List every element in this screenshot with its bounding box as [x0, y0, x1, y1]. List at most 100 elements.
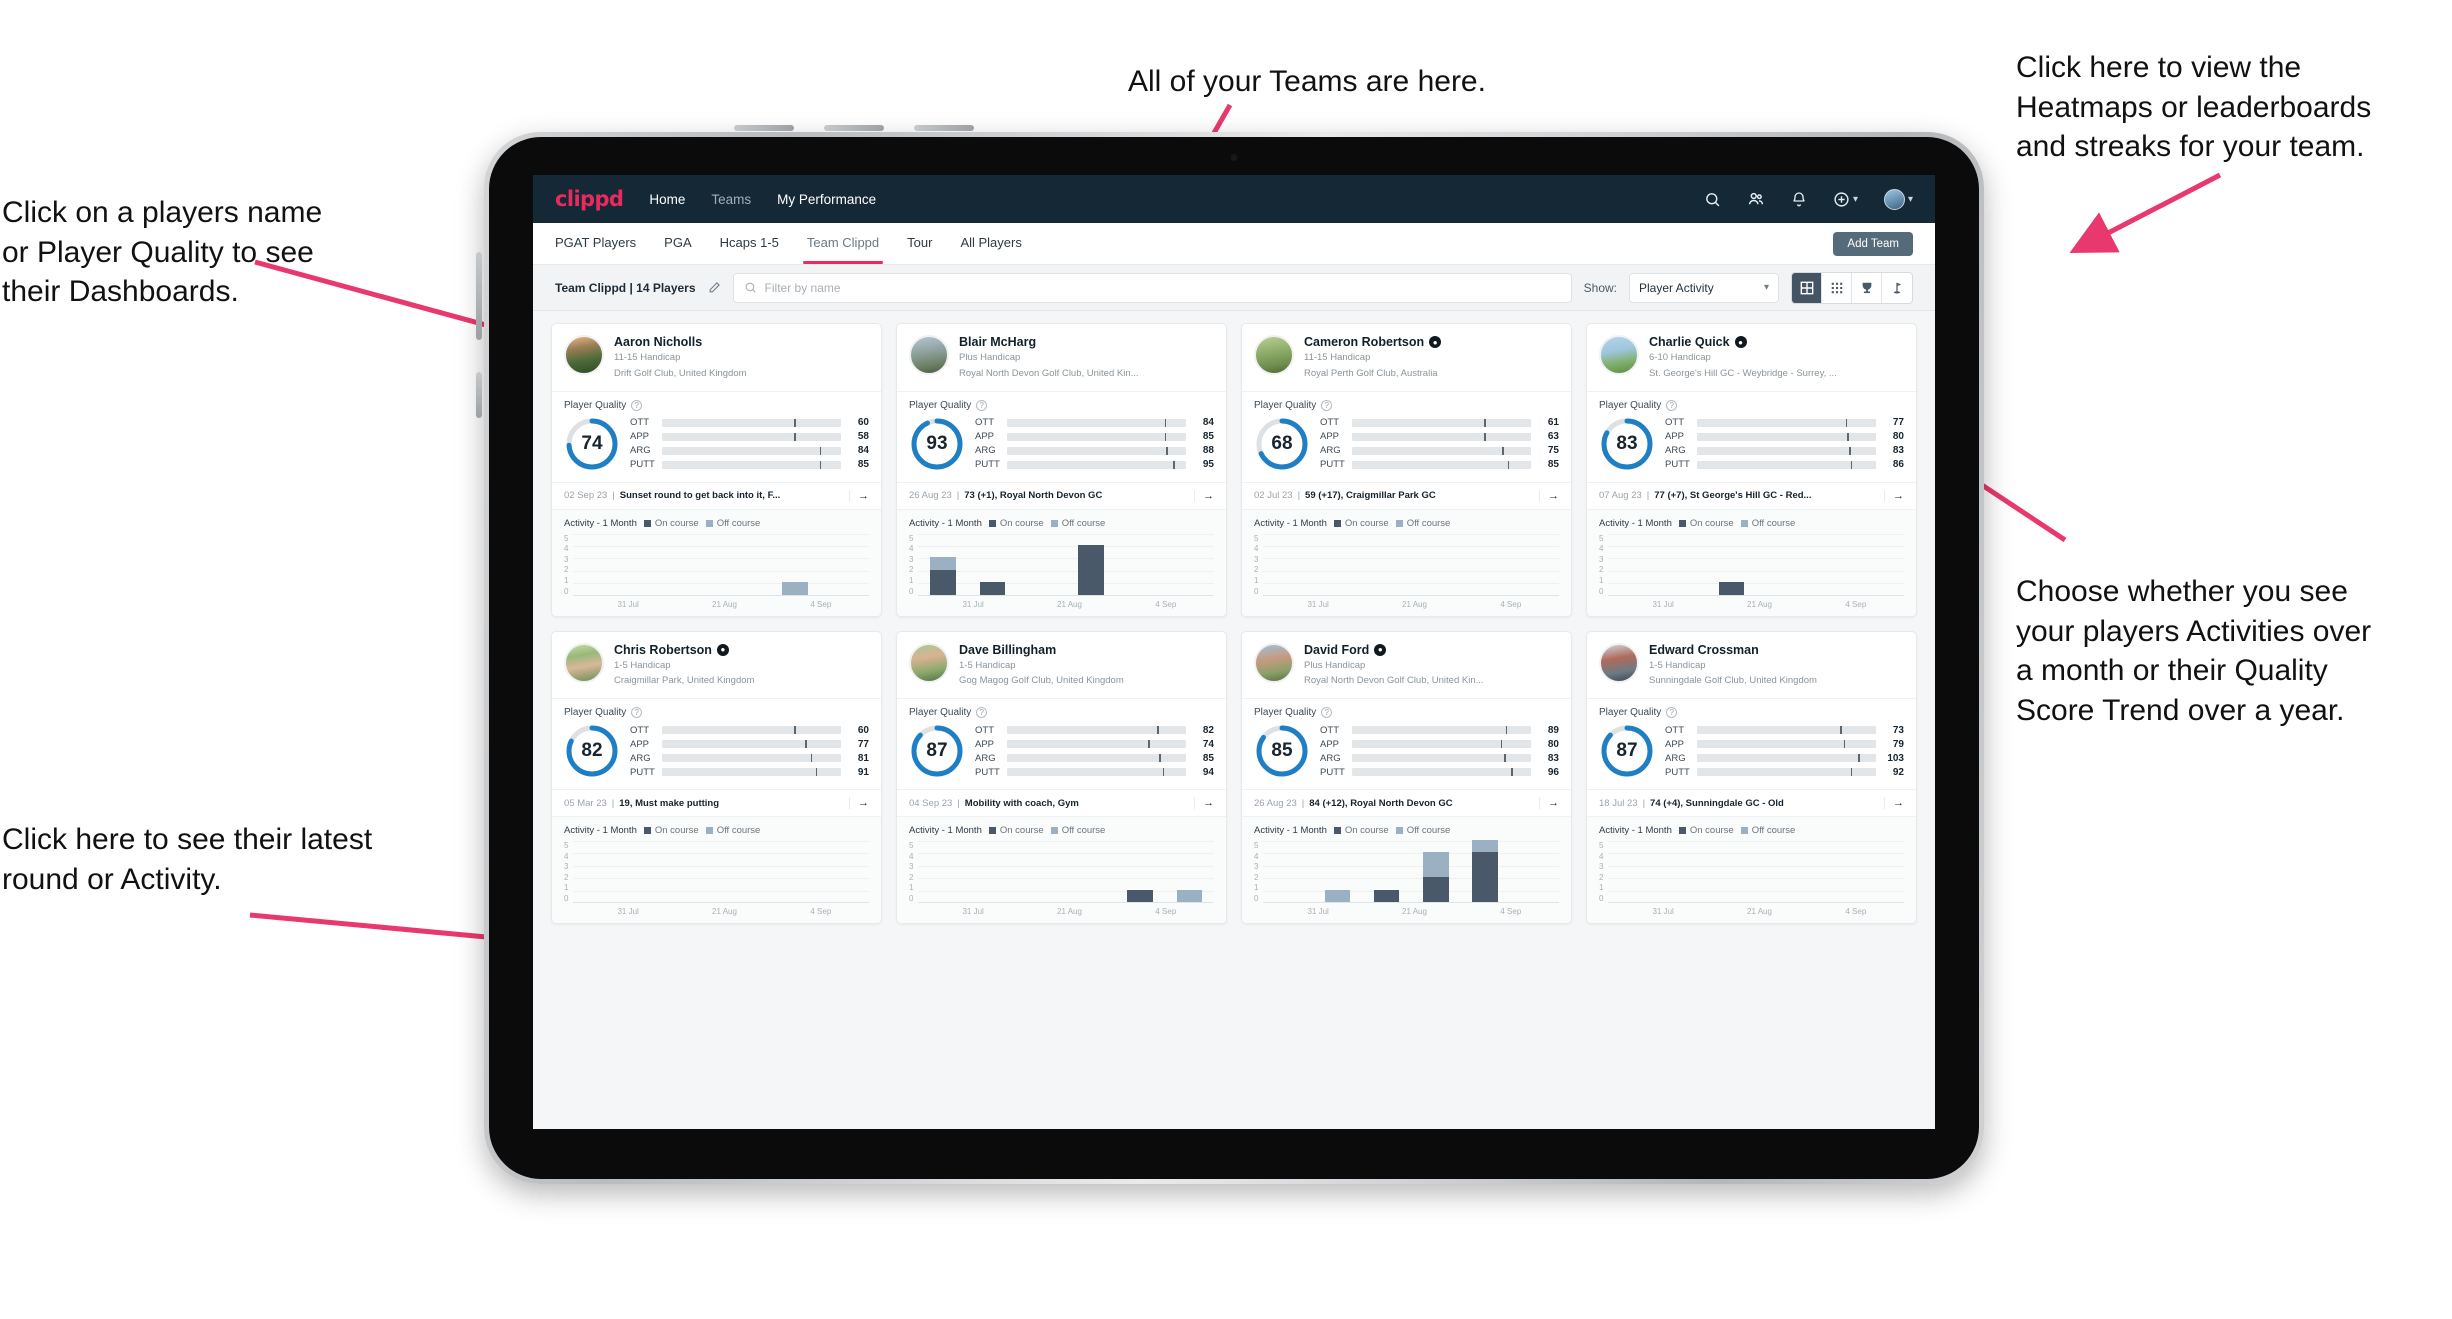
arrow-right-icon[interactable]: → [1194, 489, 1214, 502]
player-name[interactable]: Edward Crossman [1649, 643, 1904, 657]
player-card-header[interactable]: Blair McHarg Plus Handicap Royal North Dev… [897, 324, 1226, 391]
player-name[interactable]: Charlie Quick ● [1649, 335, 1904, 349]
arrow-right-icon[interactable]: → [1194, 797, 1214, 810]
plus-circle-icon[interactable]: ▾ [1833, 191, 1858, 208]
tab-pgat-players[interactable]: PGAT Players [555, 223, 636, 264]
arrow-right-icon[interactable]: → [849, 797, 869, 810]
player-card[interactable]: Chris Robertson ● 1-5 Handicap Craigmillar … [551, 630, 882, 925]
tab-pga[interactable]: PGA [664, 223, 691, 264]
tab-list: PGAT Players PGA Hcaps 1-5 Team Clippd T… [555, 223, 1022, 264]
question-icon[interactable]: ? [1321, 399, 1333, 411]
player-name[interactable]: Cameron Robertson ● [1304, 335, 1559, 349]
grid-view-icon[interactable] [1792, 272, 1822, 303]
player-quality-section[interactable]: Player Quality? 85 OTT 89 APP 80 ARG 83 PUTT 96 [1242, 698, 1571, 789]
player-name[interactable]: Blair McHarg [959, 335, 1214, 349]
add-team-button[interactable]: Add Team [1833, 231, 1913, 256]
activity-bar-slot [1608, 534, 1657, 595]
player-card-header[interactable]: Dave Billingham 1-5 Handicap Gog Magog Gol… [897, 632, 1226, 699]
latest-round-row[interactable]: 02 Jul 23 | 59 (+17), Craigmillar Park GC → [1242, 481, 1571, 509]
player-card[interactable]: Aaron Nicholls 11-15 Handicap Drift Golf C… [551, 323, 882, 617]
question-icon[interactable]: ? [1666, 707, 1678, 719]
flag-icon[interactable] [1882, 273, 1912, 303]
player-quality-section[interactable]: Player Quality? 74 OTT 60 APP 58 ARG 84 PUTT 85 [552, 390, 881, 482]
player-quality-section[interactable]: Player Quality? 68 OTT 61 APP 63 ARG 75 PUTT 85 [1242, 390, 1571, 482]
tablet-device: clippd Home Teams My Performance ▾ ▾ PGA… [476, 125, 1984, 1184]
question-icon[interactable]: ? [976, 707, 988, 719]
question-icon[interactable]: ? [631, 707, 643, 719]
player-name[interactable]: Dave Billingham [959, 643, 1214, 657]
question-icon[interactable]: ? [1321, 707, 1333, 719]
player-card-header[interactable]: Charlie Quick ● 6-10 Handicap St. George's … [1587, 324, 1916, 391]
tablet-power-button[interactable] [476, 372, 482, 418]
quality-bar-label: PUTT [1320, 459, 1345, 471]
tablet-top-button-2[interactable] [824, 125, 884, 131]
tab-all-players[interactable]: All Players [960, 223, 1021, 264]
quality-bar-row: APP 80 [1665, 431, 1904, 442]
player-quality-section[interactable]: Player Quality? 93 OTT 84 APP 85 ARG 88 PUTT 95 [897, 390, 1226, 482]
player-card[interactable]: Edward Crossman 1-5 Handicap Sunningdale G… [1586, 630, 1917, 925]
people-icon[interactable] [1747, 190, 1765, 208]
tablet-volume-button[interactable] [476, 252, 482, 340]
player-card-header[interactable]: Aaron Nicholls 11-15 Handicap Drift Golf C… [552, 324, 881, 391]
player-name[interactable]: David Ford ● [1304, 643, 1559, 657]
show-select[interactable]: Player Activity ▾ [1629, 272, 1779, 303]
player-card-header[interactable]: David Ford ● Plus Handicap Royal North Devo… [1242, 632, 1571, 699]
tab-team-clippd[interactable]: Team Clippd [802, 223, 884, 264]
tablet-top-button-1[interactable] [734, 125, 794, 131]
nav-link-home[interactable]: Home [649, 192, 685, 207]
latest-round-row[interactable]: 07 Aug 23 | 77 (+7), St George's Hill GC -… [1587, 481, 1916, 509]
bell-icon[interactable] [1791, 191, 1807, 207]
question-icon[interactable]: ? [1666, 399, 1678, 411]
player-card[interactable]: Dave Billingham 1-5 Handicap Gog Magog Gol… [896, 630, 1227, 925]
avatar[interactable]: ▾ [1883, 188, 1913, 210]
latest-round-row[interactable]: 05 Mar 23 | 19, Must make putting → [552, 789, 881, 816]
latest-round-row[interactable]: 18 Jul 23 | 74 (+4), Sunningdale GC - Old → [1587, 789, 1916, 816]
player-club: Drift Golf Club, United Kingdom [614, 367, 747, 379]
player-club: Sunningdale Golf Club, United Kingdom [1649, 675, 1817, 687]
player-card-header[interactable]: Chris Robertson ● 1-5 Handicap Craigmillar … [552, 632, 881, 699]
player-card[interactable]: Blair McHarg Plus Handicap Royal North Dev… [896, 323, 1227, 617]
latest-round-row[interactable]: 02 Sep 23 | Sunset round to get back into … [552, 481, 881, 509]
tablet-top-button-3[interactable] [914, 125, 974, 131]
quality-score-ring: 93 [909, 416, 965, 472]
player-quality-section[interactable]: Player Quality? 87 OTT 82 APP 74 ARG 85 PUTT 94 [897, 698, 1226, 789]
tablet-bezel: clippd Home Teams My Performance ▾ ▾ PGA… [489, 137, 1979, 1179]
latest-round-row[interactable]: 26 Aug 23 | 73 (+1), Royal North Devon GC → [897, 481, 1226, 509]
latest-round-row[interactable]: 26 Aug 23 | 84 (+12), Royal North Devon GC… [1242, 789, 1571, 816]
arrow-right-icon[interactable]: → [849, 489, 869, 502]
player-card-header[interactable]: Cameron Robertson ● 11-15 Handicap Royal Pe… [1242, 324, 1571, 391]
avatar [564, 335, 604, 375]
player-quality-section[interactable]: Player Quality? 82 OTT 60 APP 77 ARG 81 PUTT 91 [552, 698, 881, 789]
question-icon[interactable]: ? [631, 399, 643, 411]
player-name[interactable]: Aaron Nicholls [614, 335, 869, 349]
quality-bar-row: PUTT 94 [975, 767, 1214, 778]
quality-bar-value: 63 [1547, 431, 1559, 443]
activity-chart-section: Activity - 1 Month On course Off course 0 1 2… [1242, 816, 1571, 924]
arrow-right-icon[interactable]: → [1884, 489, 1904, 502]
player-card[interactable]: Charlie Quick ● 6-10 Handicap St. George's … [1586, 323, 1917, 617]
activity-chart: 012345 [1599, 533, 1904, 596]
tab-tour[interactable]: Tour [907, 223, 932, 264]
trophy-icon[interactable] [1852, 272, 1882, 303]
arrow-right-icon[interactable]: → [1539, 489, 1559, 502]
nav-link-my-performance[interactable]: My Performance [777, 192, 876, 207]
search-icon[interactable] [1704, 191, 1721, 208]
dots-grid-icon[interactable] [1822, 272, 1852, 303]
arrow-right-icon[interactable]: → [1539, 797, 1559, 810]
player-name[interactable]: Chris Robertson ● [614, 643, 869, 657]
tab-hcaps-1-5[interactable]: Hcaps 1-5 [720, 223, 779, 264]
latest-round-date: 07 Aug 23 [1599, 490, 1642, 502]
player-quality-section[interactable]: Player Quality? 83 OTT 77 APP 80 ARG 83 PUTT 86 [1587, 390, 1916, 482]
nav-link-teams[interactable]: Teams [711, 192, 751, 207]
player-card-header[interactable]: Edward Crossman 1-5 Handicap Sunningdale G… [1587, 632, 1916, 699]
search-input[interactable]: Filter by name [732, 272, 1572, 303]
player-card[interactable]: Cameron Robertson ● 11-15 Handicap Royal Pe… [1241, 323, 1572, 617]
player-quality-section[interactable]: Player Quality? 87 OTT 73 APP 79 ARG 103 PUTT 92 [1587, 698, 1916, 789]
arrow-right-icon[interactable]: → [1884, 797, 1904, 810]
latest-round-row[interactable]: 04 Sep 23 | Mobility with coach, Gym → [897, 789, 1226, 816]
clippd-logo[interactable]: clippd [555, 187, 624, 211]
activity-title: Activity - 1 Month [909, 517, 982, 529]
player-card[interactable]: David Ford ● Plus Handicap Royal North Devo… [1241, 630, 1572, 925]
pencil-icon[interactable] [708, 281, 721, 294]
question-icon[interactable]: ? [976, 399, 988, 411]
